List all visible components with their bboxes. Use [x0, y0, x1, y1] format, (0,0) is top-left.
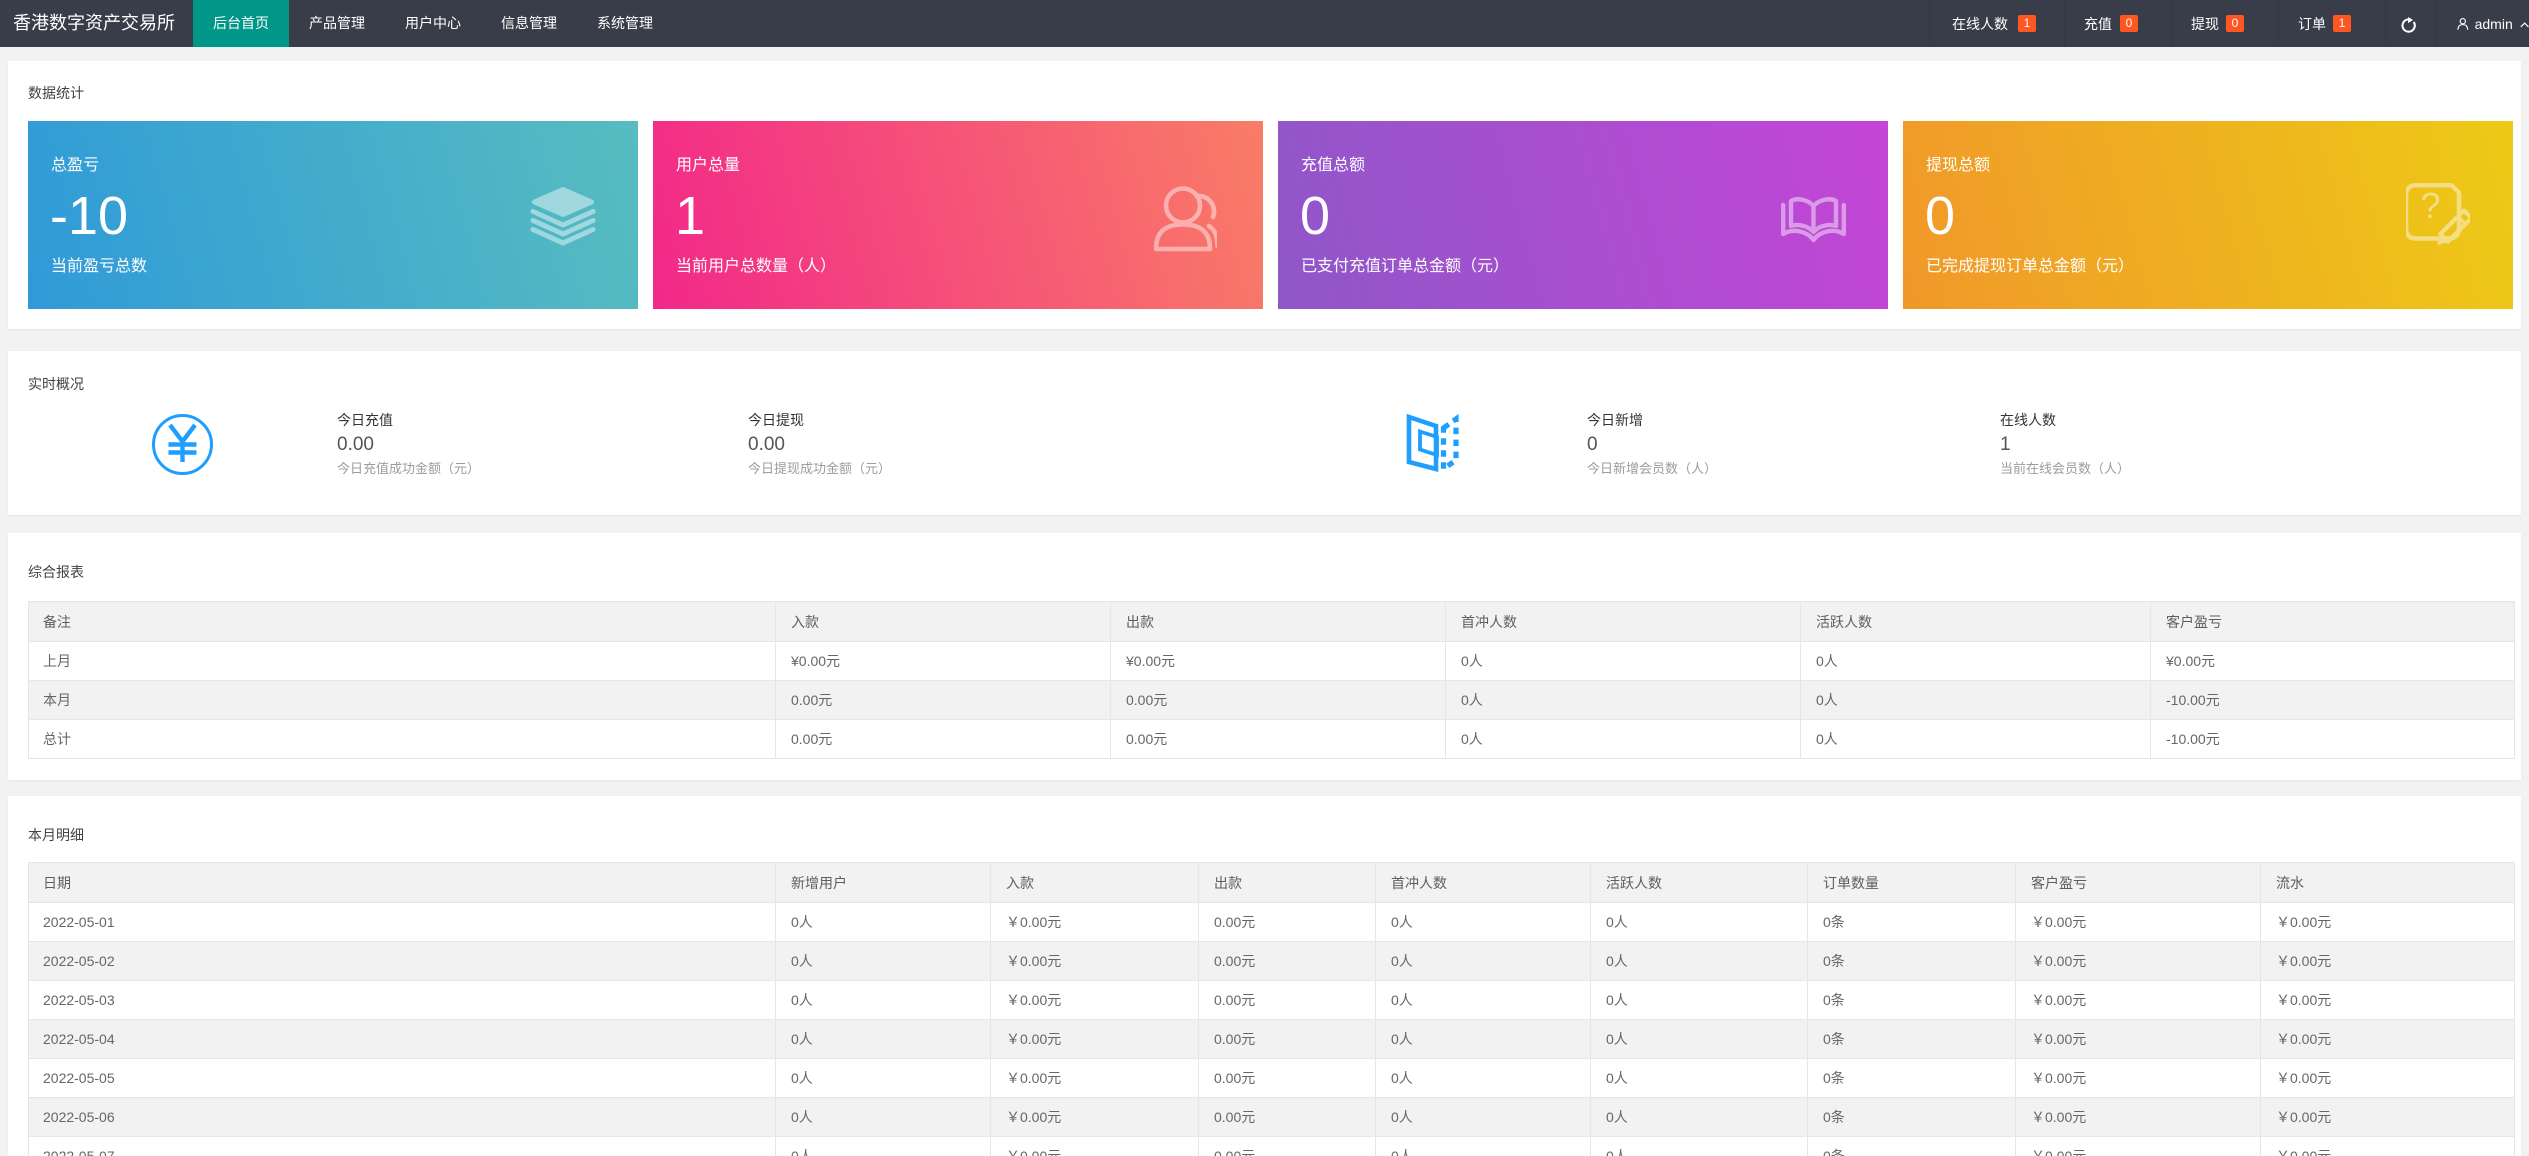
svg-text:?: ?	[2421, 185, 2441, 226]
